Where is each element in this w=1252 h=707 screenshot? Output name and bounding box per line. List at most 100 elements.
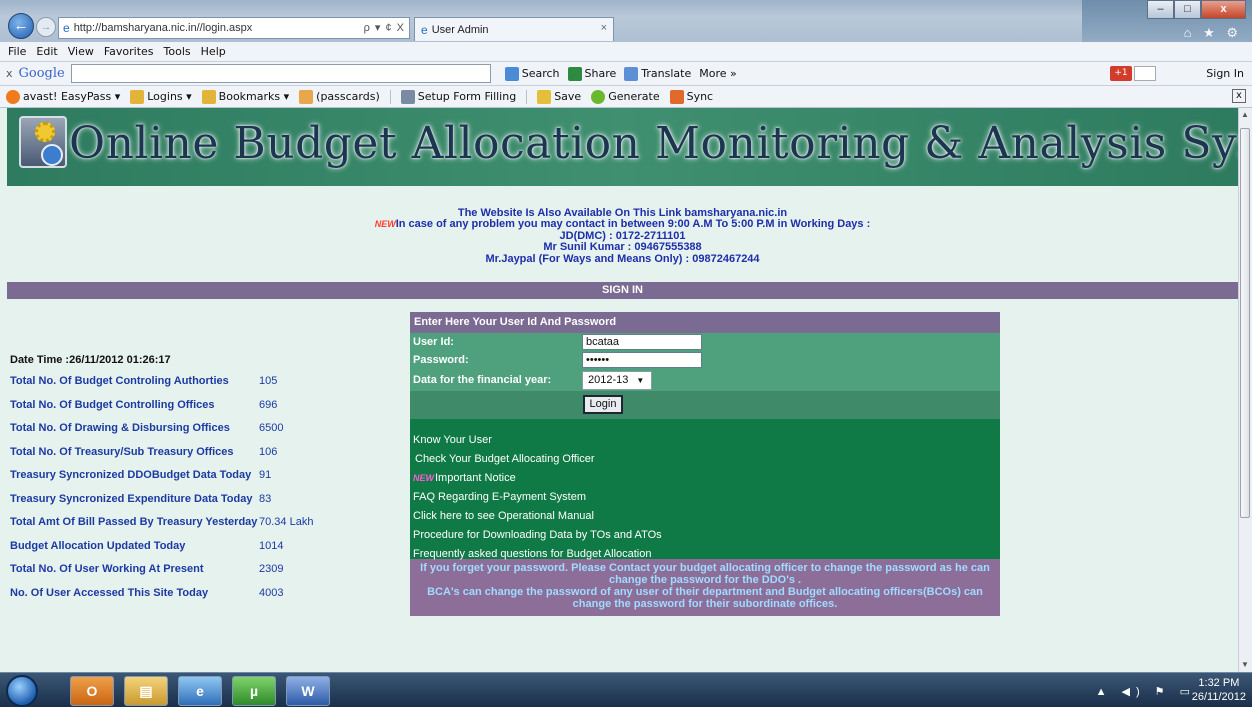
favorites-bar-close-icon[interactable]: x — [1232, 89, 1246, 103]
stat-row: Total No. Of Drawing & Disbursing Office… — [10, 422, 370, 446]
chevron-down-icon: ▼ — [636, 375, 645, 385]
scroll-down-icon[interactable]: ▼ — [1241, 660, 1249, 669]
avast-easypass-button[interactable]: avast! EasyPass ▾ — [6, 89, 120, 104]
stat-label: Treasury Syncronized Expenditure Data To… — [10, 492, 253, 505]
ie-taskbar-icon[interactable]: e — [178, 676, 222, 706]
menu-view[interactable]: View — [68, 45, 94, 58]
stat-value: 83 — [259, 492, 272, 505]
stat-row: Budget Allocation Updated Today 1014 — [10, 540, 370, 564]
menu-favorites[interactable]: Favorites — [104, 45, 154, 58]
forward-button[interactable]: → — [36, 17, 56, 37]
home-favorites-tools-icons[interactable]: ⌂ ★ ⚙ — [1184, 25, 1242, 41]
save-button[interactable]: Save — [537, 89, 581, 104]
utorrent-taskbar-icon[interactable]: µ — [232, 676, 276, 706]
logins-button[interactable]: Logins ▾ — [130, 89, 192, 104]
password-note-line: change the password for their subordinat… — [572, 598, 838, 610]
explorer-taskbar-icon[interactable]: ▤ — [124, 676, 168, 706]
password-row: Password: •••••• — [410, 351, 1000, 369]
address-bar[interactable]: e http://bamsharyana.nic.in//login.aspx … — [58, 17, 410, 39]
start-button[interactable] — [6, 675, 38, 707]
login-header: Enter Here Your User Id And Password — [410, 312, 1000, 333]
sync-button[interactable]: Sync — [669, 89, 713, 104]
contact-info: The Website Is Also Available On This Li… — [7, 207, 1238, 265]
stat-row: Treasury Syncronized Expenditure Data To… — [10, 493, 370, 517]
back-button[interactable]: ← — [8, 13, 34, 39]
maximize-button[interactable]: □ — [1174, 0, 1201, 19]
site-title: Online Budget Allocation Monitoring & An… — [69, 118, 1238, 169]
userid-label: User Id: — [413, 336, 454, 348]
google-search-input[interactable] — [70, 64, 491, 83]
stat-row: Total No. Of Budget Controling Authortie… — [10, 375, 370, 399]
menu-help[interactable]: Help — [201, 45, 226, 58]
generate-button[interactable]: Generate — [591, 89, 660, 104]
google-share-button[interactable]: Share — [567, 66, 616, 81]
google-toolbar-close-icon[interactable]: x — [6, 67, 13, 80]
taskbar-clock[interactable]: 1:32 PM 26/11/2012 — [1192, 676, 1246, 704]
financial-year-label: Data for the financial year: — [413, 374, 552, 386]
stat-label: Budget Allocation Updated Today — [10, 539, 186, 552]
logins-icon — [130, 89, 145, 104]
password-note-line: change the password for the DDO's . — [608, 574, 802, 586]
password-note-line: If you forget your password. Please Cont… — [420, 562, 990, 574]
stat-value: 696 — [259, 398, 278, 411]
google-plus-count — [1134, 66, 1156, 81]
download-procedure-link[interactable]: Procedure for Downloading Data by TOs an… — [410, 526, 1000, 545]
stat-label: Total No. Of Drawing & Disbursing Office… — [10, 422, 230, 434]
minimize-button[interactable]: – — [1147, 0, 1174, 19]
close-window-button[interactable]: x — [1201, 0, 1246, 19]
google-translate-button[interactable]: Translate — [624, 66, 691, 81]
stat-value: 70.34 Lakh — [259, 516, 314, 528]
password-input[interactable]: •••••• — [582, 352, 702, 368]
gear-icon — [35, 122, 55, 142]
google-more-button[interactable]: More » — [699, 67, 737, 80]
google-search-icon — [504, 66, 519, 81]
stat-value: 6500 — [259, 422, 284, 434]
tab-title: User Admin — [431, 23, 489, 36]
new-badge-icon: NEW — [374, 219, 396, 230]
menu-tools[interactable]: Tools — [164, 45, 191, 58]
know-your-user-link[interactable]: Know Your User — [410, 431, 1000, 450]
signin-header-bar: SIGN IN — [7, 282, 1238, 299]
important-notice-link[interactable]: NEWImportant Notice — [410, 469, 1000, 488]
favorites-divider — [526, 89, 528, 104]
outlook-taskbar-icon[interactable]: O — [70, 676, 114, 706]
contact-sunil: Mr Sunil Kumar : 09467555388 — [543, 241, 702, 254]
menu-file[interactable]: File — [8, 45, 26, 58]
menu-edit[interactable]: Edit — [36, 45, 57, 58]
faq-epayment-link[interactable]: FAQ Regarding E-Payment System — [410, 488, 1000, 507]
stat-row: Total No. Of User Working At Present 2309 — [10, 563, 370, 587]
bookmarks-button[interactable]: Bookmarks ▾ — [201, 89, 289, 104]
google-search-button[interactable]: Search — [504, 66, 560, 81]
scrollbar-thumb[interactable] — [1240, 128, 1250, 518]
google-signin-link[interactable]: Sign In — [1206, 67, 1244, 80]
operational-manual-link[interactable]: Click here to see Operational Manual — [410, 507, 1000, 526]
financial-year-select[interactable]: 2012-13 ▼ — [582, 370, 652, 390]
login-button[interactable]: Login — [583, 395, 623, 414]
userid-row: User Id: bcataa — [410, 333, 1000, 351]
stat-value: 105 — [259, 375, 278, 387]
translate-icon — [624, 66, 639, 81]
system-tray-icons[interactable]: ▲ ◀) ⚑ ▭ — [1096, 685, 1196, 698]
address-tools[interactable]: ρ ▾ ¢ X — [364, 21, 405, 34]
tab-close-icon[interactable]: × — [601, 22, 607, 34]
stat-label: Total No. Of Treasury/Sub Treasury Offic… — [10, 445, 234, 458]
tab-user-admin[interactable]: e User Admin × — [414, 17, 614, 41]
circle-icon — [41, 144, 63, 166]
stat-row: Total Amt Of Bill Passed By Treasury Yes… — [10, 516, 370, 540]
word-taskbar-icon[interactable]: W — [286, 676, 330, 706]
login-button-row: Login — [410, 391, 1000, 419]
scroll-up-icon[interactable]: ▲ — [1241, 110, 1249, 119]
userid-input[interactable]: bcataa — [582, 334, 702, 350]
stat-row: Total No. Of Budget Controlling Offices 6… — [10, 399, 370, 423]
setup-form-filling-button[interactable]: Setup Form Filling — [400, 89, 516, 104]
financial-year-value: 2012-13 — [588, 374, 629, 386]
stat-value: 2309 — [259, 563, 284, 575]
password-label: Password: — [413, 354, 469, 366]
google-plus-one-button[interactable]: +1 — [1110, 66, 1132, 81]
financial-year-row: Data for the financial year: 2012-13 ▼ — [410, 369, 1000, 391]
check-budget-officer-link[interactable]: Check Your Budget Allocating Officer — [410, 450, 1000, 469]
stat-label: Total No. Of User Working At Present — [10, 563, 204, 575]
generate-icon — [591, 89, 606, 104]
clock-time: 1:32 PM — [1198, 677, 1240, 689]
passcards-button[interactable]: (passcards) — [299, 89, 380, 104]
